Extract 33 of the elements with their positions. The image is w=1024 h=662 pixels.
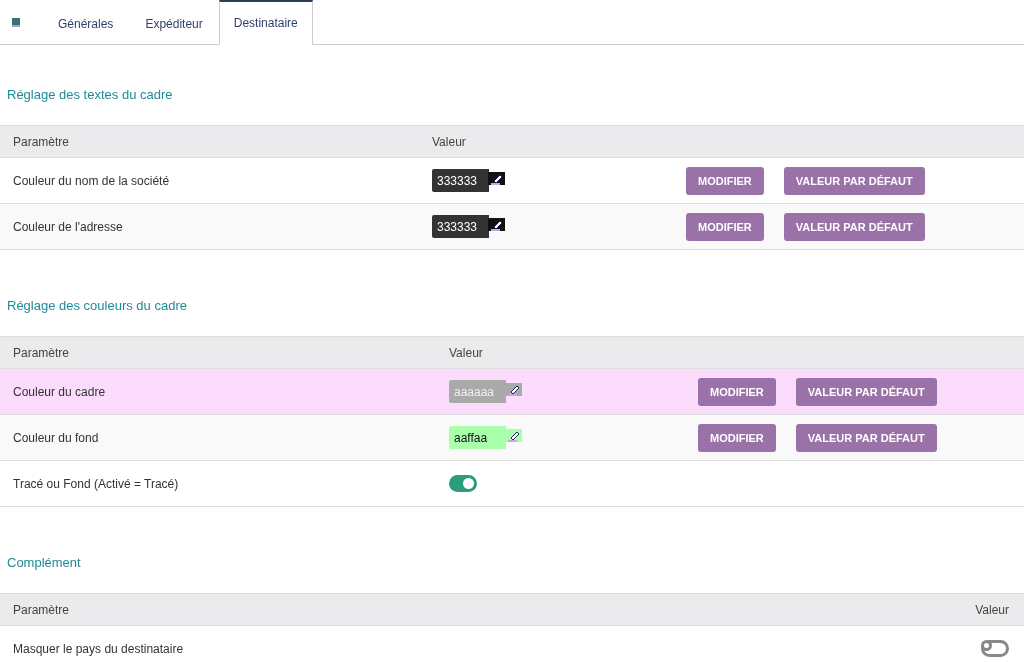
column-header: Paramètre [13,345,71,360]
tab[interactable]: Générales [42,0,130,45]
book-icon [12,17,20,27]
setting-label: Tracé ou Fond (Activé = Tracé) [13,476,180,491]
action-button[interactable]: VALEUR PAR DÉFAUT [783,166,925,195]
setting-label: Couleur de l'adresse [13,219,124,234]
action-button[interactable]: VALEUR PAR DÉFAUT [795,377,937,406]
section-title: Réglage des couleurs du cadre [7,298,188,313]
setting-label: Couleur du nom de la société [13,173,171,188]
column-header: Valeur [432,134,467,149]
toggle-switch[interactable] [449,475,477,492]
setting-label: Couleur du fond [13,430,100,445]
color-field[interactable]: 333333 [432,169,489,192]
column-header: Valeur [975,602,1010,617]
action-button[interactable]: VALEUR PAR DÉFAUT [783,212,925,241]
column-header: Paramètre [13,134,71,149]
tab[interactable]: Expéditeur [129,0,219,45]
toggle-switch[interactable] [981,640,1009,657]
action-button[interactable]: MODIFIER [698,377,776,406]
section-title: Complément [7,555,82,570]
action-button[interactable]: MODIFIER [686,212,764,241]
section-title: Réglage des textes du cadre [7,87,174,102]
color-field[interactable]: 333333 [432,215,489,238]
tab[interactable]: Destinataire [218,0,313,45]
color-field[interactable]: aaaaaa [449,380,506,403]
action-button[interactable]: MODIFIER [686,166,764,195]
action-button[interactable]: VALEUR PAR DÉFAUT [795,423,937,452]
color-field[interactable]: aaffaa [449,426,506,449]
column-header: Paramètre [13,602,71,617]
action-button[interactable]: MODIFIER [698,423,776,452]
setting-label: Couleur du cadre [13,384,107,399]
setting-label: Masquer le pays du destinataire [13,641,185,656]
column-header: Valeur [449,345,484,360]
